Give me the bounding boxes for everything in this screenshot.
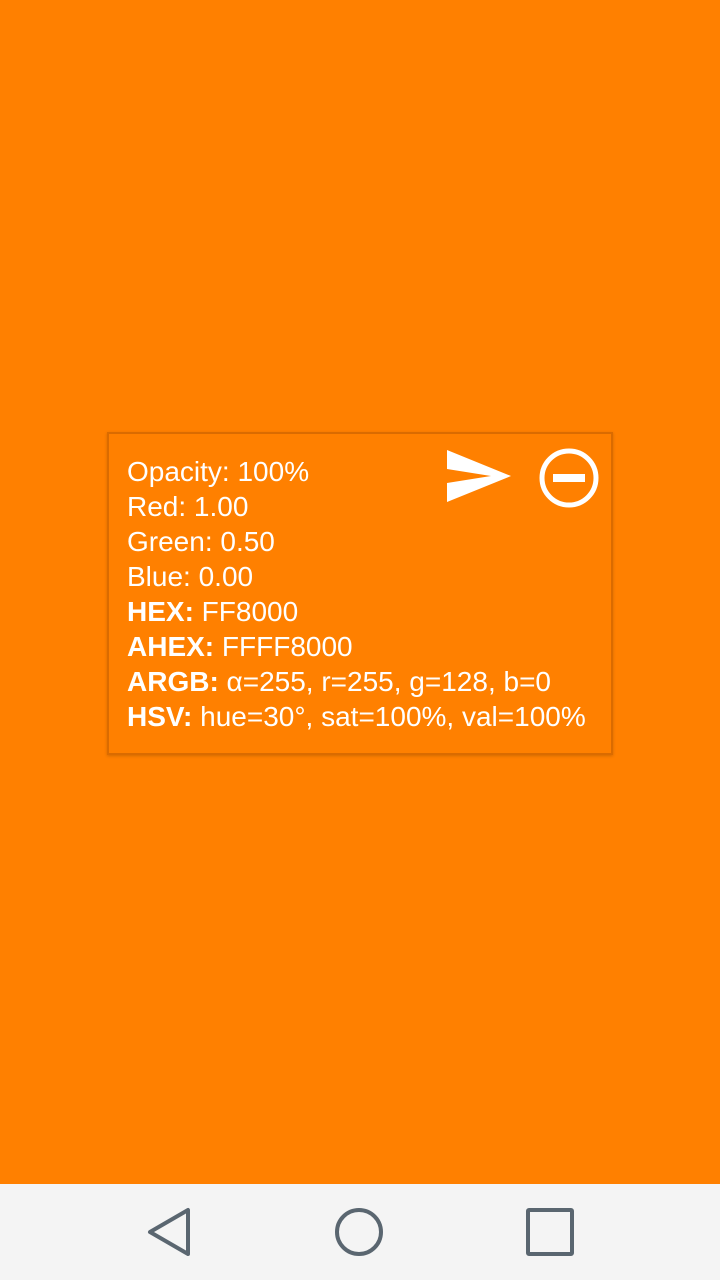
argb-value: α=255, r=255, g=128, b=0 xyxy=(218,666,552,697)
ahex-label: AHEX: xyxy=(127,631,215,662)
back-button[interactable] xyxy=(142,1204,198,1260)
hsv-value: hue=30°, sat=100%, val=100% xyxy=(192,701,586,732)
recents-button[interactable] xyxy=(522,1204,578,1260)
recents-square-icon xyxy=(526,1208,574,1256)
color-info-card: Opacity: 100% Red: 1.00 Green: 0.50 Blue… xyxy=(107,432,613,755)
remove-button[interactable] xyxy=(537,446,601,510)
home-circle-icon xyxy=(335,1208,383,1256)
color-viewer-screen: Opacity: 100% Red: 1.00 Green: 0.50 Blue… xyxy=(0,0,720,1280)
hex-label: HEX: xyxy=(127,596,194,627)
share-button[interactable] xyxy=(445,448,513,506)
argb-line: ARGB: α=255, r=255, g=128, b=0 xyxy=(127,664,586,699)
hex-value: FF8000 xyxy=(193,596,299,627)
send-icon xyxy=(447,450,511,502)
ahex-line: AHEX: FFFF8000 xyxy=(127,629,586,664)
argb-label: ARGB: xyxy=(127,666,219,697)
color-info-lines: Opacity: 100% Red: 1.00 Green: 0.50 Blue… xyxy=(127,454,586,734)
remove-circle-icon xyxy=(539,448,599,508)
green-line: Green: 0.50 xyxy=(127,526,275,557)
home-button[interactable] xyxy=(331,1204,387,1260)
red-line: Red: 1.00 xyxy=(127,491,249,522)
navigation-bar xyxy=(0,1184,720,1280)
hex-line: HEX: FF8000 xyxy=(127,594,586,629)
hsv-label: HSV: xyxy=(127,701,193,732)
hsv-line: HSV: hue=30°, sat=100%, val=100% xyxy=(127,699,586,734)
ahex-value: FFFF8000 xyxy=(214,631,353,662)
blue-line: Blue: 0.00 xyxy=(127,561,254,592)
opacity-line: Opacity: 100% xyxy=(127,456,310,487)
back-triangle-icon xyxy=(148,1208,190,1256)
